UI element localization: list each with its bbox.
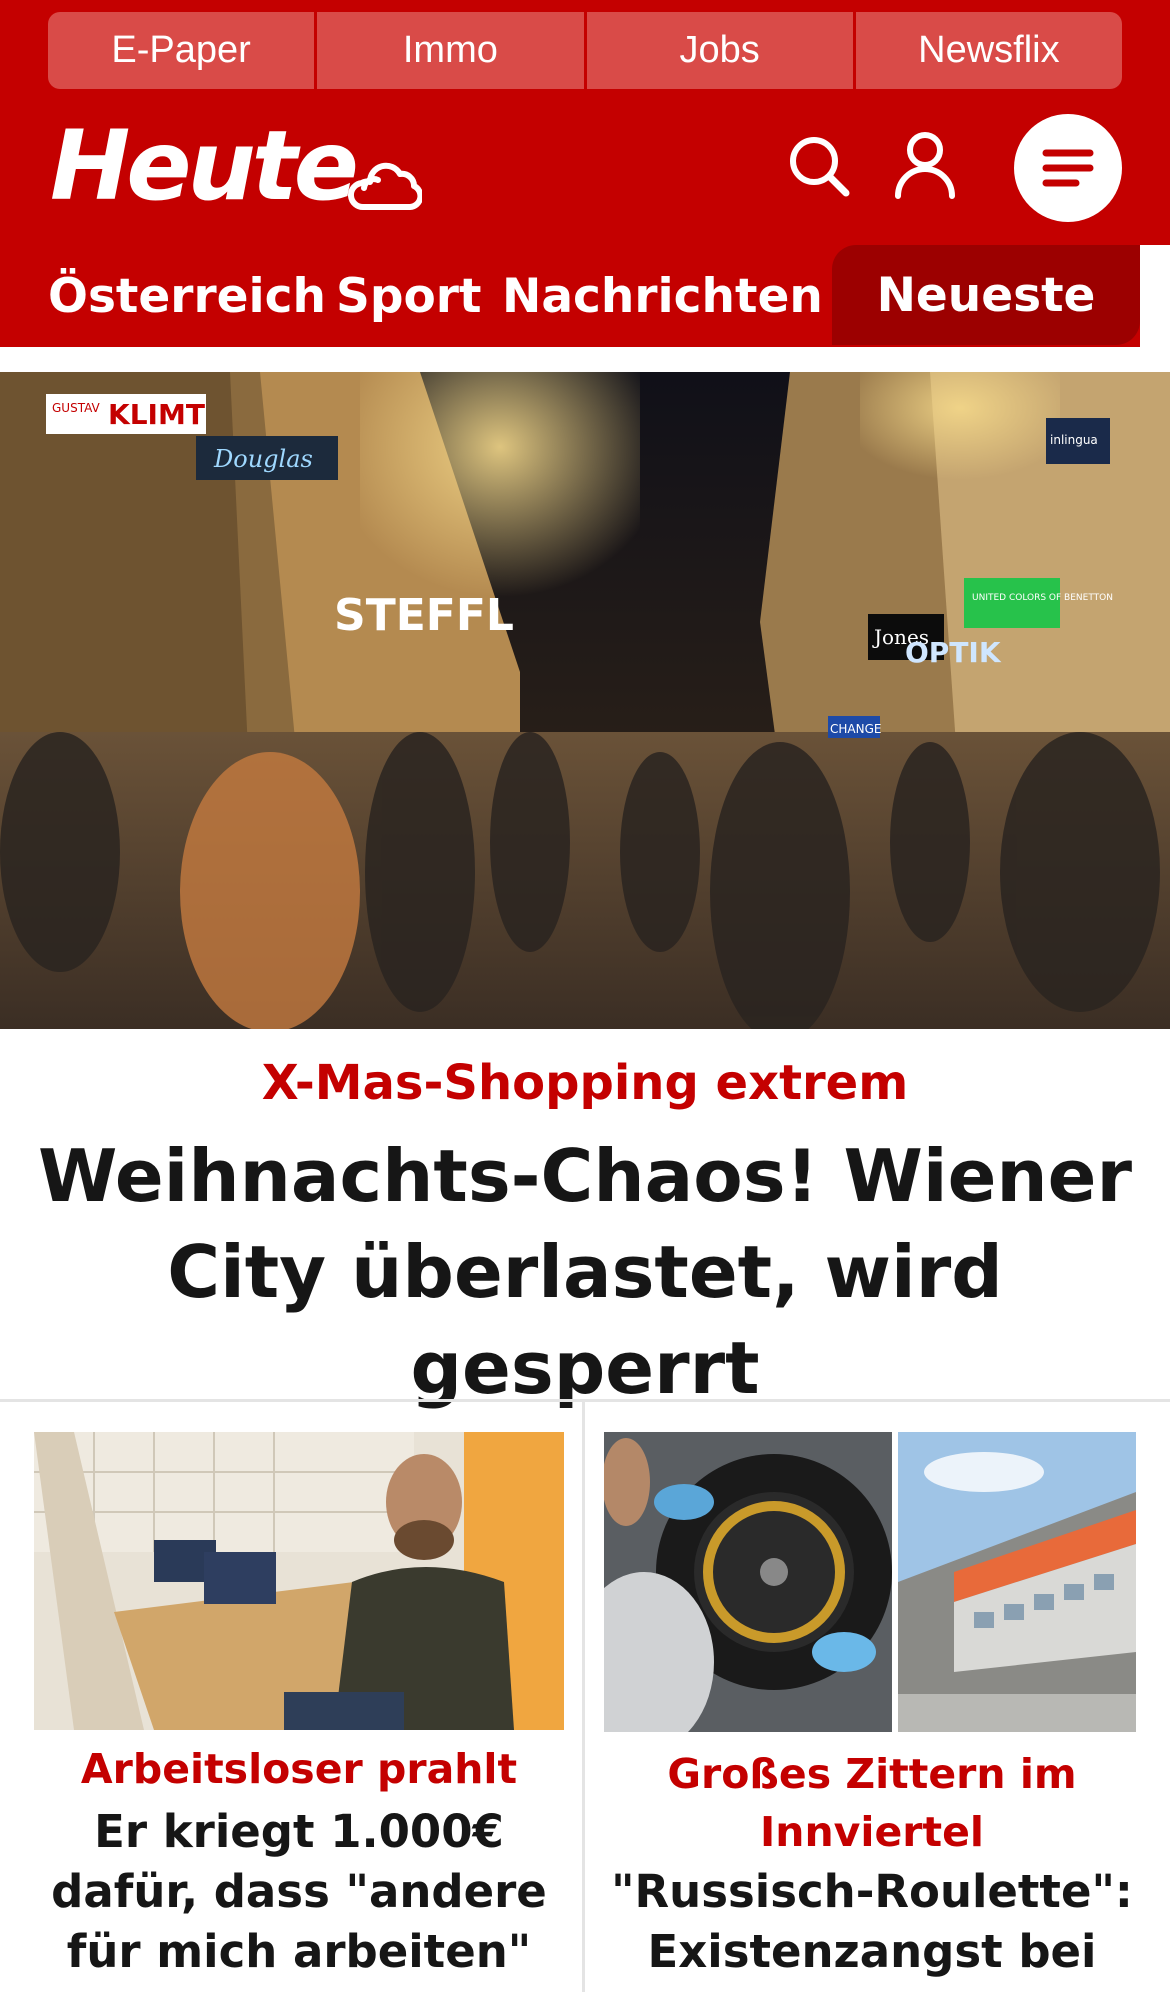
teaser-image-ktm[interactable] (604, 1432, 1136, 1732)
heute-logo[interactable]: Heute (50, 118, 359, 214)
user-icon[interactable] (892, 130, 958, 200)
hero-headline[interactable]: Weihnachts-Chaos! Wiener City überlastet… (30, 1128, 1140, 1416)
teaser-photo-motorcycle-factory (604, 1432, 1136, 1732)
hero-image[interactable]: KLIMT GUSTAV Douglas STEFFL Jones OPTIK … (0, 372, 1170, 1029)
nav-item-oesterreich[interactable]: Österreich (48, 245, 326, 347)
teaser-image-unemployed[interactable] (34, 1432, 564, 1730)
service-link-epaper[interactable]: E-Paper (48, 12, 318, 89)
service-link-immo[interactable]: Immo (317, 12, 587, 89)
teaser-headline-1[interactable]: Er kriegt 1.000€ dafür, dass "andere für… (24, 1802, 574, 1982)
sign-inlingua: inlingua (1050, 433, 1098, 447)
search-icon[interactable] (786, 133, 852, 199)
teaser-kicker-1[interactable]: Arbeitsloser prahlt (34, 1740, 564, 1798)
teaser-headline-2[interactable]: "Russisch-Roulette": Existenzangst bei K… (594, 1862, 1150, 1992)
menu-icon (1042, 149, 1094, 187)
sign-steffl: STEFFL (334, 590, 514, 641)
sign-benetton: UNITED COLORS OF BENETTON (972, 593, 1113, 603)
nav-item-sport[interactable]: Sport (336, 245, 481, 347)
column-divider (582, 1402, 585, 1992)
service-link-newsflix[interactable]: Newsflix (855, 12, 1122, 89)
site-header: E-Paper Immo Jobs Newsflix Heute (0, 0, 1170, 245)
hero-street-photo: KLIMT GUSTAV Douglas STEFFL Jones OPTIK … (0, 372, 1170, 1029)
menu-button[interactable] (1014, 114, 1122, 222)
service-bar: E-Paper Immo Jobs Newsflix (48, 12, 1122, 89)
section-nav: Österreich Sport Nachrichten Neueste (0, 245, 1170, 347)
sign-gustav: GUSTAV (52, 401, 101, 415)
sign-klimt: KLIMT (108, 398, 205, 431)
sign-optik: OPTIK (905, 636, 1002, 669)
nav-item-neueste[interactable]: Neueste (832, 245, 1140, 345)
teaser-photo-man-laptops (34, 1432, 564, 1730)
sign-change: CHANGE (830, 722, 881, 736)
service-link-jobs[interactable]: Jobs (586, 12, 856, 89)
hero-kicker[interactable]: X-Mas-Shopping extrem (0, 1055, 1170, 1111)
nav-item-nachrichten[interactable]: Nachrichten (502, 245, 823, 347)
section-divider (0, 1399, 1170, 1402)
teaser-kicker-2[interactable]: Großes Zittern im Innviertel (604, 1745, 1140, 1861)
cloud-weather-icon[interactable] (346, 148, 422, 214)
nav-edge (1140, 245, 1170, 347)
sign-douglas: Douglas (213, 445, 313, 473)
